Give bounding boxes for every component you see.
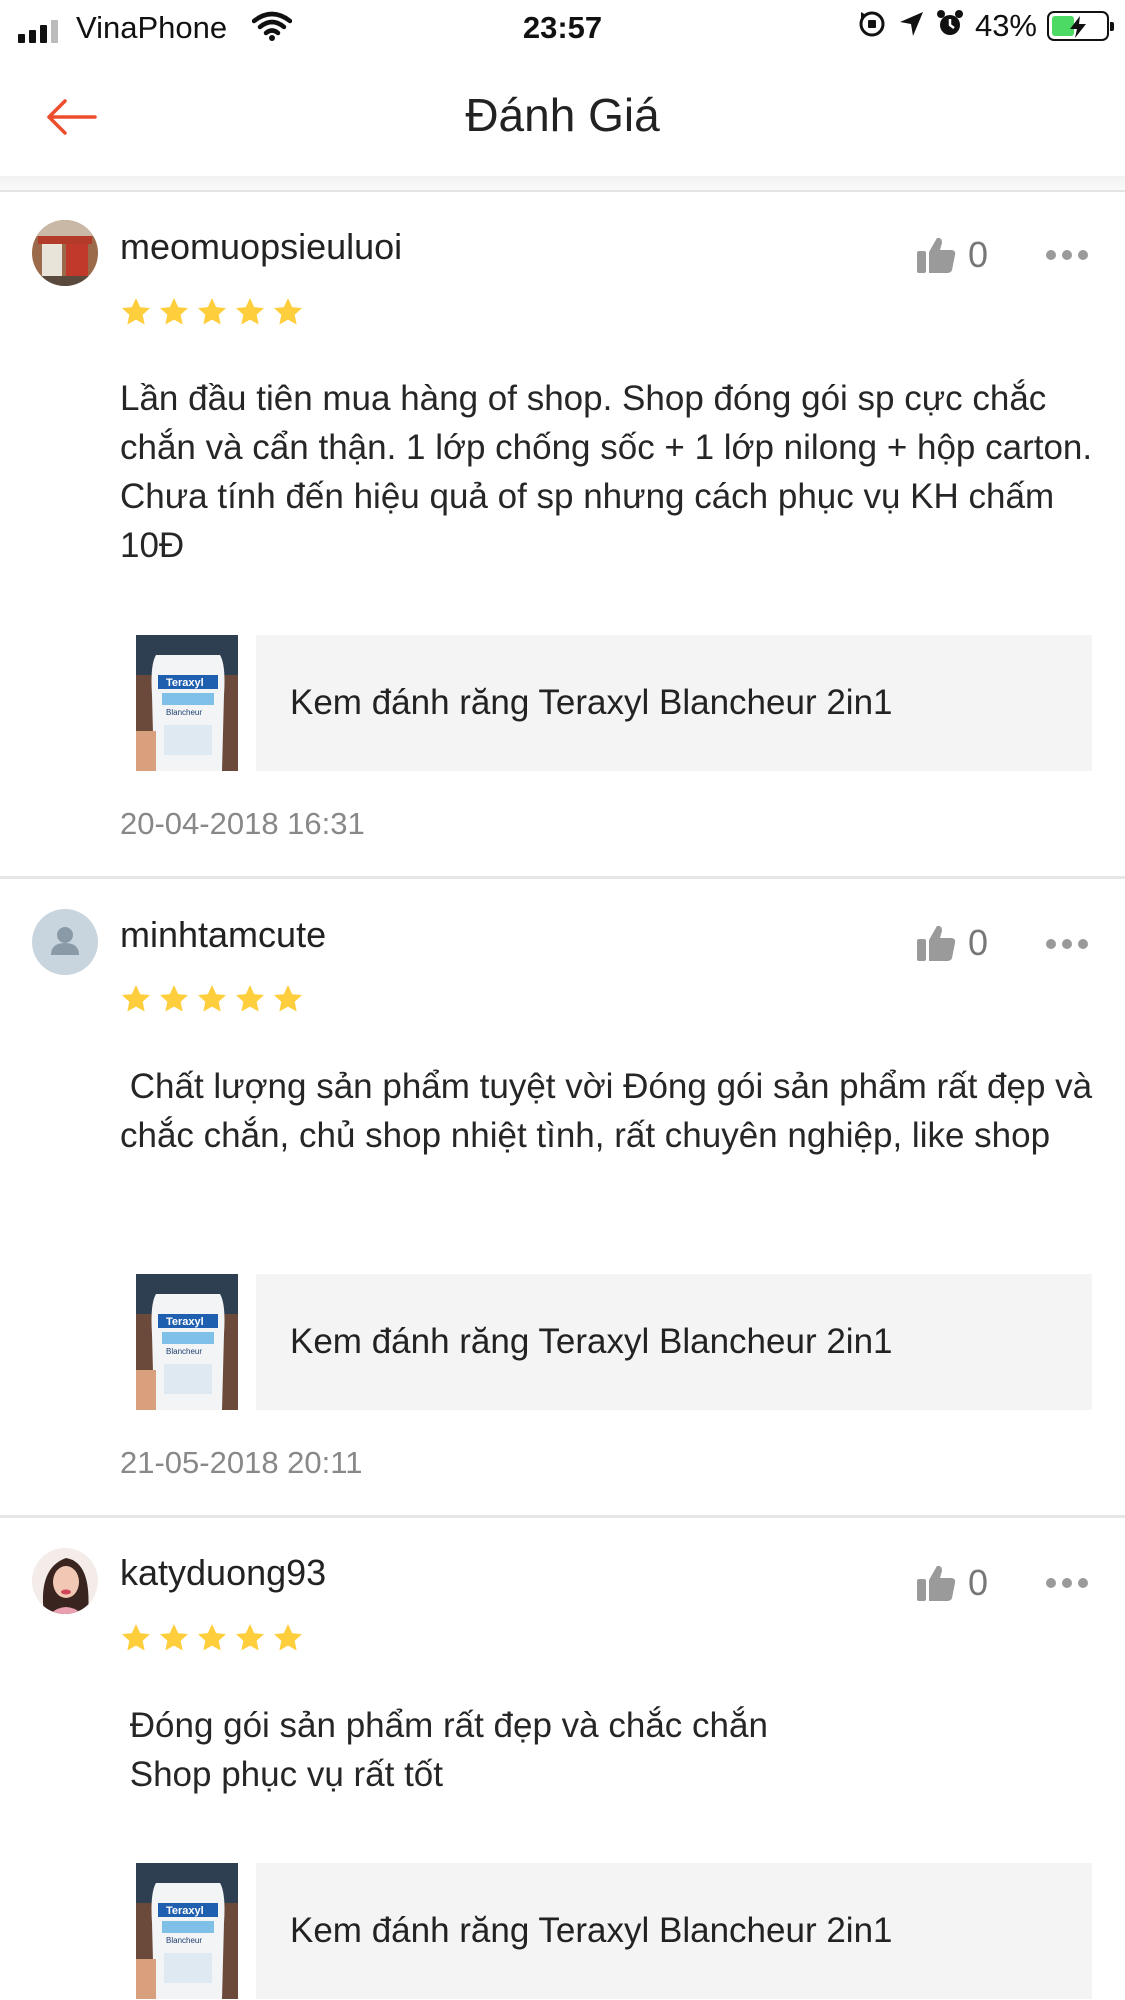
svg-text:Teraxyl: Teraxyl	[166, 677, 204, 689]
star-icon	[198, 1624, 226, 1651]
review-text: Đóng gói sản phẩm rất đẹp và chắc chắn S…	[129, 1706, 768, 1794]
alarm-icon	[935, 9, 965, 44]
svg-text:Blancheur: Blancheur	[166, 1936, 202, 1945]
star-rating	[120, 983, 304, 1015]
orientation-lock-icon	[857, 9, 887, 44]
star-icon	[236, 298, 264, 325]
star-icon	[198, 298, 226, 325]
review-item: meomuopsieuluoi 0 Lần đầu tiên mua hàng …	[0, 192, 1125, 878]
svg-text:Blancheur: Blancheur	[166, 1347, 202, 1356]
product-name: Kem đánh răng Teraxyl Blancheur 2in1	[290, 1911, 893, 1950]
star-icon	[122, 298, 150, 325]
star-icon	[274, 1624, 302, 1651]
more-options-button[interactable]	[1046, 933, 1088, 955]
battery-charging-icon	[1047, 11, 1114, 41]
like-count: 0	[968, 234, 989, 275]
product-thumbnail[interactable]: Teraxyl Blancheur	[136, 1274, 238, 1410]
toothpaste-image: Teraxyl Blancheur	[136, 635, 238, 771]
star-icon	[122, 1624, 150, 1651]
star-rating	[120, 296, 304, 328]
more-options-button[interactable]	[1046, 1572, 1088, 1594]
like-count: 0	[968, 1562, 989, 1603]
review-date: 20-04-2018 16:31	[120, 806, 365, 841]
star-icon	[160, 1624, 188, 1651]
product-link[interactable]: Kem đánh răng Teraxyl Blancheur 2in1	[256, 635, 1092, 771]
thumbs-up-icon	[917, 925, 956, 961]
star-icon	[236, 1624, 264, 1651]
star-icon	[274, 985, 302, 1012]
page-title: Đánh Giá	[465, 89, 660, 141]
star-rating	[120, 1622, 304, 1654]
review-username[interactable]: meomuopsieuluoi	[120, 226, 402, 268]
review-username[interactable]: katyduong93	[120, 1552, 326, 1594]
header-divider	[0, 176, 1125, 192]
location-icon	[897, 9, 925, 44]
product-thumbnail[interactable]: Teraxyl Blancheur	[136, 1863, 238, 1999]
review-date: 21-05-2018 20:11	[120, 1445, 363, 1480]
review-text: Chất lượng sản phẩm tuyệt vời Đóng gói s…	[120, 1067, 1102, 1155]
thumbs-up-icon	[917, 1565, 956, 1601]
product-name: Kem đánh răng Teraxyl Blancheur 2in1	[290, 683, 893, 722]
more-options-button[interactable]	[1046, 244, 1088, 266]
svg-text:Teraxyl: Teraxyl	[166, 1316, 204, 1328]
product-link[interactable]: Kem đánh răng Teraxyl Blancheur 2in1	[256, 1863, 1092, 1999]
review-text: Lần đầu tiên mua hàng of shop. Shop đóng…	[120, 379, 1102, 565]
like-count: 0	[968, 922, 989, 963]
product-thumbnail[interactable]: Teraxyl Blancheur	[136, 635, 238, 771]
toothpaste-image: Teraxyl Blancheur	[136, 1274, 238, 1410]
star-icon	[198, 985, 226, 1012]
review-item: katyduong93 0 Đóng gói sản phẩm rất đẹp …	[0, 1518, 1125, 2000]
status-bar: VinaPhone 23:57 43%	[0, 0, 1125, 58]
like-button[interactable]: 0	[916, 922, 988, 964]
status-icons: 43%	[857, 8, 1114, 44]
review-item: minhtamcute 0 Chất lượng sản phẩm tuyệt …	[0, 879, 1125, 1517]
star-icon	[160, 298, 188, 325]
star-icon	[122, 985, 150, 1012]
svg-text:Blancheur: Blancheur	[166, 708, 202, 717]
star-icon	[160, 985, 188, 1012]
avatar[interactable]	[32, 1548, 98, 1614]
review-username[interactable]: minhtamcute	[120, 914, 326, 956]
svg-text:Teraxyl: Teraxyl	[166, 1905, 204, 1917]
like-button[interactable]: 0	[916, 1562, 988, 1604]
default-user-icon	[51, 927, 79, 955]
star-icon	[236, 985, 264, 1012]
thumbs-up-icon	[917, 237, 956, 273]
battery-percent: 43%	[974, 8, 1037, 43]
avatar[interactable]	[32, 220, 98, 286]
app-header: Đánh Giá	[0, 58, 1125, 176]
like-button[interactable]: 0	[916, 234, 988, 276]
toothpaste-image: Teraxyl Blancheur	[136, 1863, 238, 1999]
product-link[interactable]: Kem đánh răng Teraxyl Blancheur 2in1	[256, 1274, 1092, 1410]
product-name: Kem đánh răng Teraxyl Blancheur 2in1	[290, 1322, 893, 1361]
star-icon	[274, 298, 302, 325]
avatar[interactable]	[32, 909, 98, 975]
